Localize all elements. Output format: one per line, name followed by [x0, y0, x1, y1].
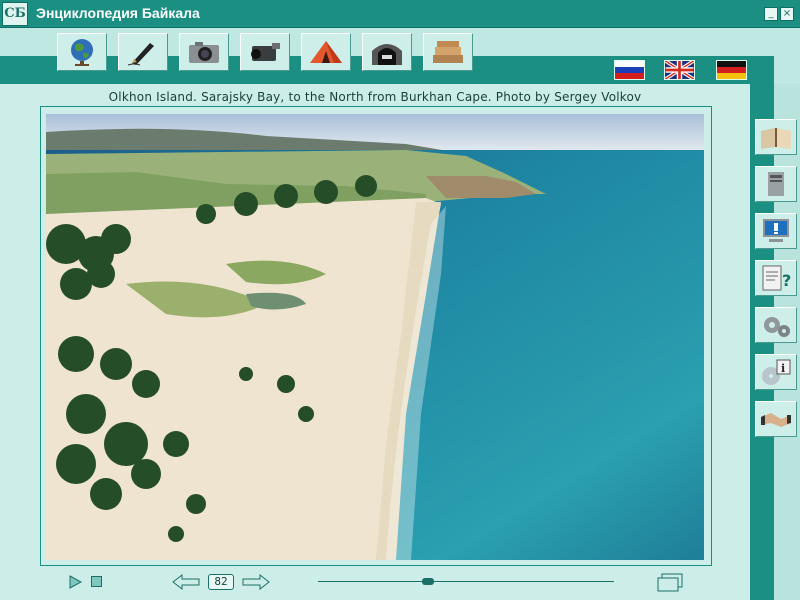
svg-text:i: i [781, 362, 785, 375]
encyclopedia-button[interactable] [755, 119, 797, 155]
play-icon[interactable] [68, 575, 82, 589]
german-flag[interactable] [716, 60, 747, 80]
tent-button[interactable] [301, 33, 351, 71]
about-button[interactable]: i [755, 354, 797, 390]
photo-olkhon-island [46, 114, 704, 560]
partners-button[interactable] [755, 401, 797, 437]
next-arrow-icon[interactable] [242, 574, 270, 590]
settings-button[interactable] [755, 307, 797, 343]
computer-button[interactable] [755, 166, 797, 202]
help-document-icon: ? [762, 265, 791, 291]
photo-caption: Olkhon Island. Sarajsky Bay, to the Nort… [108, 90, 642, 104]
video-camera-icon [251, 43, 280, 61]
gears-icon [764, 317, 790, 337]
windows-icon[interactable] [656, 572, 684, 592]
books-icon [433, 41, 463, 63]
monitor-alert-icon [763, 219, 789, 242]
globe-icon [71, 39, 93, 66]
close-button[interactable]: × [780, 7, 794, 21]
tunnel-icon [372, 44, 402, 65]
progress-slider[interactable] [318, 581, 614, 582]
stop-button[interactable] [91, 576, 102, 587]
minimize-button[interactable]: _ [764, 7, 778, 21]
svg-text:?: ? [782, 271, 791, 290]
handshake-icon [761, 413, 791, 427]
globe-button[interactable] [57, 33, 107, 71]
books-button[interactable] [423, 33, 473, 71]
progress-slider-knob[interactable] [421, 578, 434, 585]
photo-image [46, 114, 704, 560]
monitor-alert-button[interactable] [755, 213, 797, 249]
tunnel-button[interactable] [362, 33, 412, 71]
camera-button[interactable] [179, 33, 229, 71]
previous-arrow-icon[interactable] [172, 574, 200, 590]
help-button[interactable]: ? [755, 260, 797, 296]
open-book-icon [761, 128, 791, 149]
tent-icon [310, 41, 342, 63]
pen-icon [127, 43, 154, 66]
camera-icon [189, 42, 219, 63]
title-bar: СБ Энциклопедия Байкала _ × [0, 0, 800, 28]
window-title: Энциклопедия Байкала [36, 5, 200, 21]
union-jack-icon [664, 59, 695, 81]
cd-info-icon: i [762, 359, 791, 385]
app-logo: СБ [2, 2, 28, 26]
video-camera-button[interactable] [240, 33, 290, 71]
computer-tower-icon [768, 172, 784, 196]
page-number: 82 [208, 574, 234, 590]
pen-button[interactable] [118, 33, 168, 71]
russian-flag[interactable] [614, 60, 645, 80]
english-flag[interactable] [664, 59, 695, 81]
